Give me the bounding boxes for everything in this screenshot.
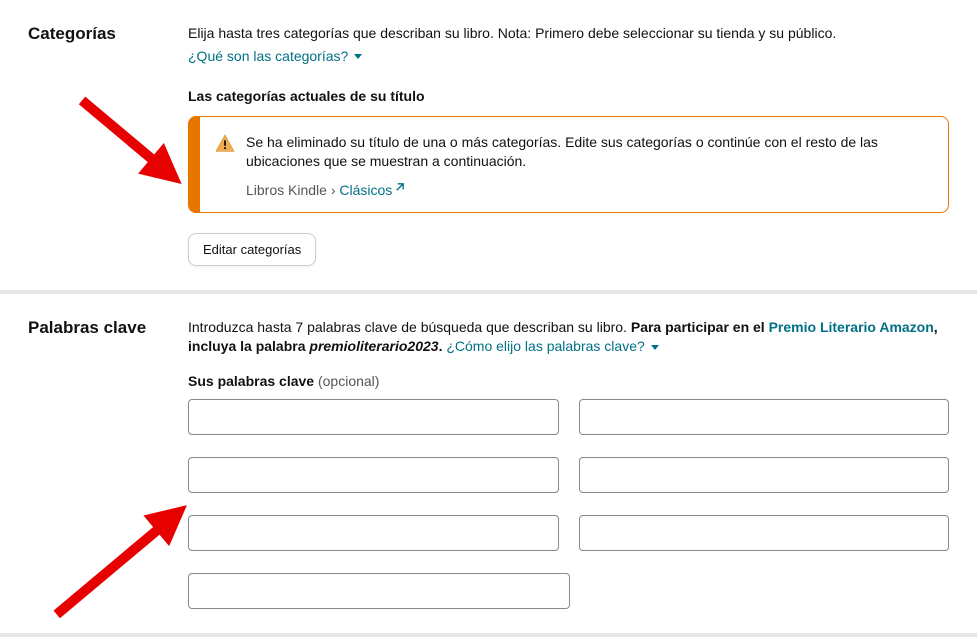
category-path-link[interactable]: Clásicos xyxy=(339,182,405,198)
chevron-down-icon xyxy=(354,54,362,59)
categories-label-col: Categorías xyxy=(28,24,188,266)
alert-box: Se ha eliminado su título de una o más c… xyxy=(188,116,949,213)
keyword-row xyxy=(188,457,949,493)
keywords-grid xyxy=(188,399,949,609)
desc-bold-1: Para participar en el xyxy=(631,319,769,335)
chevron-down-icon xyxy=(651,345,659,350)
keywords-label-col: Palabras clave xyxy=(28,318,188,609)
premio-link[interactable]: Premio Literario Amazon xyxy=(769,319,934,335)
keyword-row xyxy=(188,515,949,551)
keywords-heading: Palabras clave xyxy=(28,318,188,338)
keyword-spacer xyxy=(590,573,950,609)
keywords-label-text: Sus palabras clave xyxy=(188,373,314,389)
alert-row: Se ha eliminado su título de una o más c… xyxy=(214,133,934,172)
external-link-icon xyxy=(394,182,405,193)
keyword-input-5[interactable] xyxy=(188,515,559,551)
categories-content: Elija hasta tres categorías que describa… xyxy=(188,24,949,266)
keyword-input-6[interactable] xyxy=(579,515,950,551)
keywords-field-label: Sus palabras clave (opcional) xyxy=(188,373,949,389)
keywords-help-link[interactable]: ¿Cómo elijo las palabras clave? xyxy=(446,338,658,354)
alert-text: Se ha eliminado su título de una o más c… xyxy=(246,133,934,172)
path-prefix: Libros Kindle xyxy=(246,182,327,198)
keywords-content: Introduzca hasta 7 palabras clave de bús… xyxy=(188,318,949,609)
path-separator: › xyxy=(327,182,339,198)
keywords-section: Palabras clave Introduzca hasta 7 palabr… xyxy=(0,294,977,637)
keywords-help-text: ¿Cómo elijo las palabras clave? xyxy=(446,338,644,354)
warning-icon xyxy=(214,133,236,155)
edit-categories-button[interactable]: Editar categorías xyxy=(188,233,316,266)
categories-help-link[interactable]: ¿Qué son las categorías? xyxy=(188,48,362,64)
current-categories-heading: Las categorías actuales de su título xyxy=(188,88,949,104)
desc-italic: premioliterario2023 xyxy=(309,338,438,354)
desc-text: Introduzca hasta 7 palabras clave de bús… xyxy=(188,319,631,335)
keywords-optional-text: (opcional) xyxy=(314,373,379,389)
categories-description: Elija hasta tres categorías que describa… xyxy=(188,24,949,44)
path-link-text: Clásicos xyxy=(339,182,392,198)
categories-section: Categorías Elija hasta tres categorías q… xyxy=(0,0,977,294)
keyword-input-4[interactable] xyxy=(579,457,950,493)
keywords-description: Introduzca hasta 7 palabras clave de bús… xyxy=(188,318,949,357)
alert-category-path: Libros Kindle › Clásicos xyxy=(246,182,934,198)
keyword-row xyxy=(188,399,949,435)
keyword-row xyxy=(188,573,949,609)
keyword-input-2[interactable] xyxy=(579,399,950,435)
categories-heading: Categorías xyxy=(28,24,188,44)
keyword-input-1[interactable] xyxy=(188,399,559,435)
categories-help-text: ¿Qué son las categorías? xyxy=(188,48,348,64)
keyword-input-3[interactable] xyxy=(188,457,559,493)
keyword-input-7[interactable] xyxy=(188,573,570,609)
